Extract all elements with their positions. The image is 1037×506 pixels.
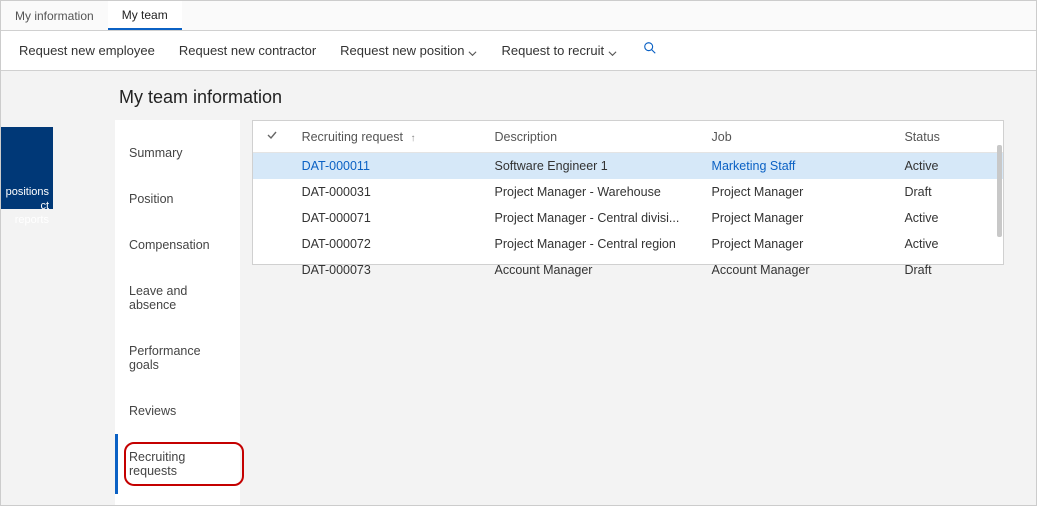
column-header-job[interactable]: Job	[702, 121, 895, 153]
table-row[interactable]: DAT-000031 Project Manager - Warehouse P…	[253, 179, 1003, 205]
table-row[interactable]: DAT-000073 Account Manager Account Manag…	[253, 257, 1003, 283]
chevron-down-icon	[468, 46, 477, 55]
cell-description: Project Manager - Warehouse	[485, 179, 702, 205]
command-bar: Request new employee Request new contrac…	[1, 31, 1036, 71]
app-frame: My information My team Request new emplo…	[0, 0, 1037, 506]
left-tile-partial[interactable]: positions ct reports	[1, 127, 53, 209]
side-nav: Summary Position Compensation Leave and …	[115, 120, 240, 505]
left-tile-line: positions	[5, 185, 49, 199]
sidebar-item-summary[interactable]: Summary	[115, 130, 240, 176]
table-row[interactable]: DAT-000071 Project Manager - Central div…	[253, 205, 1003, 231]
cell-description: Project Manager - Central divisi...	[485, 205, 702, 231]
cell-recruiting-request[interactable]: DAT-000073	[292, 257, 485, 283]
sidebar-item-position[interactable]: Position	[115, 176, 240, 222]
cell-job[interactable]: Project Manager	[702, 179, 895, 205]
cmd-label: Request new position	[340, 43, 464, 58]
search-icon	[643, 41, 657, 60]
sidebar-item-reviews[interactable]: Reviews	[115, 388, 240, 434]
scrollbar-thumb[interactable]	[997, 145, 1002, 237]
cell-recruiting-request[interactable]: DAT-000071	[292, 205, 485, 231]
row-select-cell[interactable]	[253, 205, 292, 231]
table-card: Recruiting request ↑ Description Job Sta…	[252, 120, 1004, 265]
cmd-label: Request to recruit	[501, 43, 604, 58]
table-header-row: Recruiting request ↑ Description Job Sta…	[253, 121, 1003, 153]
cmd-request-new-position[interactable]: Request new position	[328, 31, 489, 70]
search-button[interactable]	[629, 41, 671, 60]
cmd-request-new-employee[interactable]: Request new employee	[7, 31, 167, 70]
check-icon	[266, 130, 278, 144]
tab-my-information[interactable]: My information	[1, 1, 108, 30]
sidebar-item-performance-goals[interactable]: Performance goals	[115, 328, 240, 388]
sidebar-item-recruiting-requests[interactable]: Recruiting requests	[115, 434, 240, 494]
cmd-request-new-contractor[interactable]: Request new contractor	[167, 31, 328, 70]
cell-status: Active	[894, 231, 1003, 257]
tab-my-team[interactable]: My team	[108, 1, 182, 30]
cell-job[interactable]: Account Manager	[702, 257, 895, 283]
cell-status: Active	[894, 205, 1003, 231]
column-label: Recruiting request	[302, 130, 403, 144]
cell-recruiting-request[interactable]: DAT-000072	[292, 231, 485, 257]
cell-job[interactable]: Project Manager	[702, 231, 895, 257]
row-select-cell[interactable]	[253, 231, 292, 257]
cell-recruiting-request[interactable]: DAT-000031	[292, 179, 485, 205]
sidebar-item-label: Recruiting requests	[129, 450, 185, 478]
cell-description: Project Manager - Central region	[485, 231, 702, 257]
cell-description: Software Engineer 1	[485, 153, 702, 180]
row-select-cell[interactable]	[253, 257, 292, 283]
column-header-status[interactable]: Status	[894, 121, 1003, 153]
column-header-recruiting-request[interactable]: Recruiting request ↑	[292, 121, 485, 153]
top-tabs: My information My team	[1, 1, 1036, 31]
left-tile-line: ct reports	[5, 199, 49, 227]
row-select-cell[interactable]	[253, 153, 292, 180]
main-area: positions ct reports My team information…	[1, 71, 1036, 505]
cell-description: Account Manager	[485, 257, 702, 283]
sort-ascending-icon: ↑	[411, 133, 416, 144]
row-select-cell[interactable]	[253, 179, 292, 205]
cell-status: Active	[894, 153, 1003, 180]
sidebar-item-compensation[interactable]: Compensation	[115, 222, 240, 268]
sidebar-item-leave-and-absence[interactable]: Leave and absence	[115, 268, 240, 328]
panel-row: Summary Position Compensation Leave and …	[115, 120, 1004, 505]
cell-job[interactable]: Marketing Staff	[702, 153, 895, 180]
column-header-select[interactable]	[253, 121, 292, 153]
table-row[interactable]: DAT-000011 Software Engineer 1 Marketing…	[253, 153, 1003, 180]
cell-status: Draft	[894, 257, 1003, 283]
cmd-request-to-recruit[interactable]: Request to recruit	[489, 31, 629, 70]
chevron-down-icon	[608, 46, 617, 55]
recruiting-requests-table: Recruiting request ↑ Description Job Sta…	[253, 121, 1003, 283]
page-title: My team information	[119, 87, 1004, 108]
content-column: My team information Summary Position Com…	[53, 71, 1036, 505]
column-header-description[interactable]: Description	[485, 121, 702, 153]
table-row[interactable]: DAT-000072 Project Manager - Central reg…	[253, 231, 1003, 257]
cell-recruiting-request[interactable]: DAT-000011	[292, 153, 485, 180]
cell-status: Draft	[894, 179, 1003, 205]
cell-job[interactable]: Project Manager	[702, 205, 895, 231]
